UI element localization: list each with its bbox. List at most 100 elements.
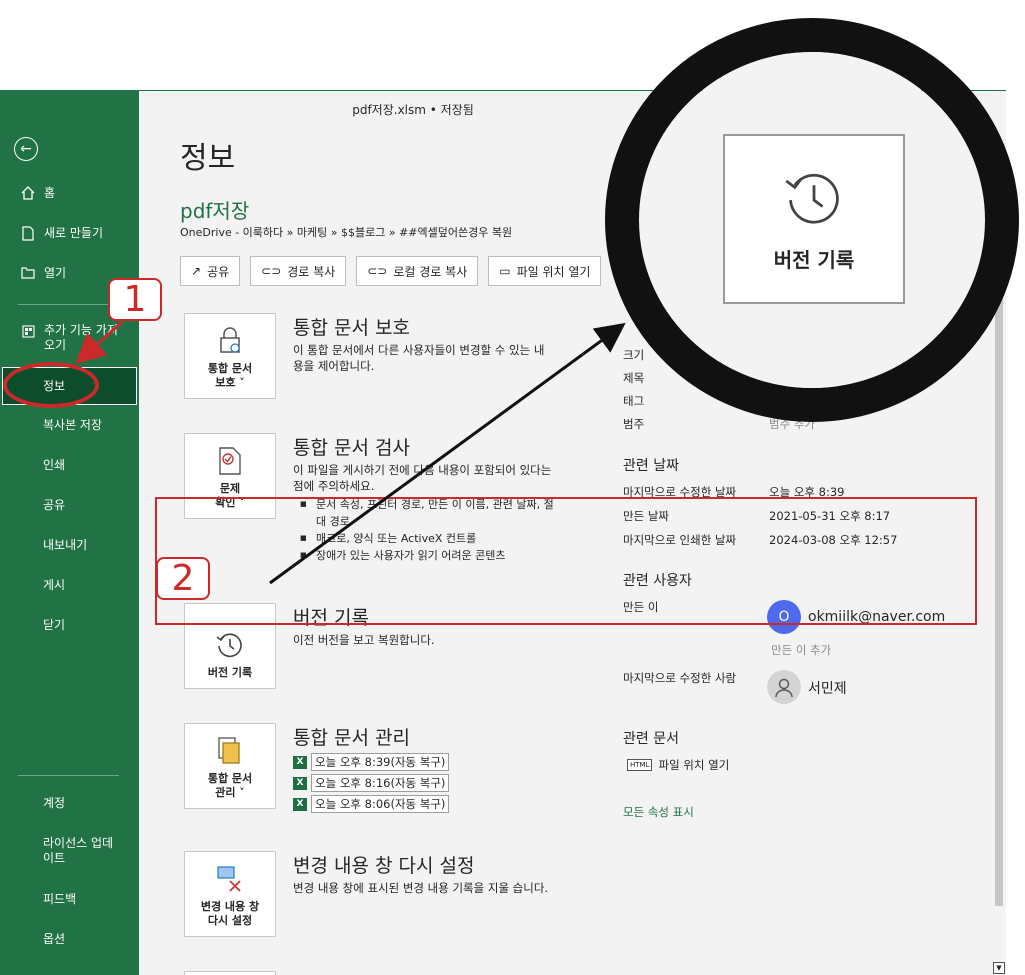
last-modified-by-label: 마지막으로 수정한 사람 — [623, 671, 737, 685]
back-arrow-icon[interactable]: ← — [14, 137, 38, 161]
top-margin — [0, 0, 1025, 90]
tags-value[interactable]: 태그 추가 — [769, 393, 815, 409]
tile-label: 통합 문서 관리 ˅ — [207, 772, 253, 799]
tile-label: 변경 내용 창 다시 설정 — [200, 900, 260, 927]
last-modified-by-name[interactable]: 서민제 — [808, 678, 847, 698]
sidebar-item-label: 열기 — [44, 265, 67, 280]
sidebar-item-label: 내보내기 — [43, 538, 88, 552]
related-documents-heading: 관련 문서 — [623, 731, 679, 747]
button-label: 경로 복사 — [287, 264, 336, 279]
zoom-label: 버전 기록 — [773, 247, 855, 272]
tile-label: 버전 기록 — [207, 666, 253, 679]
sidebar-item-export[interactable]: 내보내기 — [0, 538, 139, 553]
sidebar-item-share[interactable]: 공유 — [0, 498, 139, 513]
title-label: 제목 — [623, 371, 645, 385]
protect-heading: 통합 문서 보호 — [293, 317, 410, 339]
zoomed-version-history-tile: 버전 기록 — [723, 134, 905, 304]
person-avatar-icon[interactable] — [767, 670, 801, 704]
reset-changes-heading: 변경 내용 창 다시 설정 — [293, 855, 475, 877]
related-dates-heading: 관련 날짜 — [623, 458, 679, 474]
lock-icon — [218, 326, 242, 356]
excel-file-icon: X — [293, 797, 307, 811]
version-label: 오늘 오후 8:39(자동 복구) — [311, 753, 450, 771]
path-button-row: ↗ 공유 ⊂⊃ 경로 복사 ⊂⊃ 로컬 경로 복사 ▭ 파일 위치 열기 — [180, 256, 602, 286]
step-2-marker: 2 — [156, 557, 210, 600]
backstage-sidebar: ← 홈 새로 만들기 열기 추가 기능 가져 오기 정보 복사본 저장 인쇄 공… — [0, 91, 139, 975]
page-title: 정보 — [180, 141, 236, 176]
sidebar-item-label: 계정 — [43, 796, 66, 810]
sidebar-item-new[interactable]: 새로 만들기 — [0, 225, 139, 241]
category-value[interactable]: 범주 추가 — [769, 416, 815, 432]
manage-workbook-tile[interactable]: 통합 문서 관리 ˅ — [184, 723, 276, 809]
folder-open-icon — [20, 265, 36, 281]
sidebar-item-label: 공유 — [43, 498, 66, 512]
tags-label: 태그 — [623, 394, 645, 408]
history-icon — [782, 166, 846, 234]
share-button[interactable]: ↗ 공유 — [180, 256, 241, 286]
show-all-properties-link[interactable]: 모든 속성 표시 — [623, 804, 694, 820]
sidebar-item-label: 닫기 — [43, 618, 66, 632]
sidebar-item-label: 복사본 저장 — [43, 418, 103, 432]
sidebar-item-close[interactable]: 닫기 — [0, 618, 139, 633]
inspect-heading: 통합 문서 검사 — [293, 437, 410, 459]
sidebar-item-publish[interactable]: 게시 — [0, 578, 139, 593]
button-label: 파일 위치 열기 — [516, 264, 591, 279]
inspect-description: 이 파일을 게시하기 전에 다음 내용이 포함되어 있다는 점에 주의하세요. — [293, 463, 552, 493]
sidebar-item-home[interactable]: 홈 — [0, 185, 139, 201]
folder-icon: ▭ — [499, 264, 511, 278]
category-label: 범주 — [623, 417, 645, 431]
grid-icon — [20, 323, 36, 339]
new-document-icon — [20, 225, 36, 241]
version-label: 오늘 오후 8:16(자동 복구) — [311, 774, 450, 792]
scrollbar-thumb[interactable] — [995, 146, 1003, 906]
step-1-marker: 1 — [108, 278, 162, 321]
protect-description: 이 통합 문서에서 다른 사용자들이 변경할 수 있는 내용을 제어합니다. — [293, 343, 545, 373]
sidebar-item-options[interactable]: 옵션 — [0, 932, 139, 947]
next-tile-partial — [184, 971, 276, 975]
tile-label: 통합 문서 보호 ˅ — [207, 362, 253, 389]
share-icon: ↗ — [191, 264, 202, 278]
sidebar-item-account[interactable]: 계정 — [0, 796, 139, 811]
autosave-version-item[interactable]: X 오늘 오후 8:39(자동 복구) — [293, 753, 450, 771]
reset-pane-icon — [216, 864, 244, 894]
copy-local-path-button[interactable]: ⊂⊃ 로컬 경로 복사 — [356, 256, 479, 286]
size-label: 크기 — [623, 348, 645, 362]
window-file-title: pdf저장.xlsm • 저장됨 — [352, 103, 474, 117]
sidebar-item-feedback[interactable]: 피드백 — [0, 892, 139, 907]
sidebar-item-label: 라이선스 업데 이트 — [43, 836, 114, 865]
chevron-down-icon[interactable]: ▼ — [993, 962, 1005, 974]
document-name: pdf저장 — [180, 199, 250, 223]
excel-file-icon: X — [293, 776, 307, 790]
sidebar-divider — [18, 304, 119, 305]
sidebar-item-print[interactable]: 인쇄 — [0, 458, 139, 473]
sidebar-item-label: 추가 기능 가져 오기 — [44, 323, 118, 352]
add-author-link[interactable]: 만든 이 추가 — [771, 642, 831, 658]
link-icon: ⊂⊃ — [367, 264, 388, 278]
copy-path-button[interactable]: ⊂⊃ 경로 복사 — [250, 256, 347, 286]
reset-changes-description: 변경 내용 창에 표시된 변경 내용 기록을 지울 습니다. — [293, 881, 549, 895]
html-file-icon: HTML — [627, 759, 653, 771]
autosave-version-item[interactable]: X 오늘 오후 8:16(자동 복구) — [293, 774, 450, 792]
open-file-location-button[interactable]: ▭ 파일 위치 열기 — [488, 256, 602, 286]
sidebar-item-label: 새로 만들기 — [44, 225, 104, 240]
step-1-circle — [3, 362, 99, 408]
sidebar-divider — [18, 775, 119, 776]
protect-workbook-tile[interactable]: 통합 문서 보호 ˅ — [184, 313, 276, 399]
open-file-location-link[interactable]: HTML 파일 위치 열기 — [627, 757, 729, 773]
history-icon — [215, 630, 245, 660]
document-path: OneDrive - 이룩하다 » 마케팅 » $$블로그 » ##엑셀덮어쓴경… — [180, 226, 513, 239]
version-label: 오늘 오후 8:06(자동 복구) — [311, 795, 450, 813]
sidebar-item-save-copy[interactable]: 복사본 저장 — [0, 418, 139, 433]
link-icon: ⊂⊃ — [261, 264, 282, 278]
home-icon — [20, 185, 36, 201]
autosave-version-item[interactable]: X 오늘 오후 8:06(자동 복구) — [293, 795, 450, 813]
manage-workbook-heading: 통합 문서 관리 — [293, 727, 410, 749]
sidebar-item-addins[interactable]: 추가 기능 가져 오기 — [0, 323, 139, 353]
vertical-scrollbar[interactable]: ▼ — [992, 136, 1006, 975]
document-check-icon — [219, 446, 241, 476]
button-label: 공유 — [207, 264, 230, 279]
manage-document-icon — [216, 736, 244, 766]
sidebar-item-license[interactable]: 라이선스 업데 이트 — [0, 836, 139, 866]
reset-changes-pane-tile[interactable]: 변경 내용 창 다시 설정 — [184, 851, 276, 937]
highlight-box-version-history — [155, 497, 977, 625]
